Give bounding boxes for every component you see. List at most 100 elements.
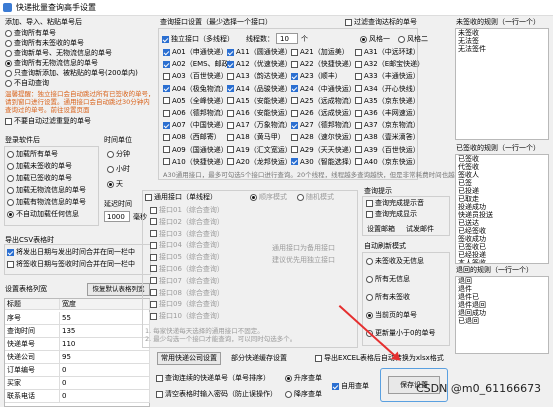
- carrier-checkbox[interactable]: A37（京东物流）: [355, 121, 420, 130]
- carrier-checkbox[interactable]: A36（丰网速运）: [355, 109, 420, 118]
- carrier-checkbox[interactable]: A28（速尔快运）: [291, 133, 356, 142]
- generic-item-checkbox[interactable]: 接口03（综合查询）: [150, 230, 224, 242]
- carrier-checkbox[interactable]: A11（圆通快递）: [227, 48, 292, 57]
- carrier-checkbox[interactable]: A24（中通快运）: [291, 85, 356, 94]
- carrier-checkbox[interactable]: A29（天天快递）: [291, 146, 356, 155]
- radio-option[interactable]: 小时: [107, 165, 130, 180]
- no-filter-checkbox[interactable]: 不要自动过滤重复的单号: [5, 117, 91, 126]
- carrier-checkbox[interactable]: A02（EMS、邮政）: [163, 60, 236, 69]
- radio-option[interactable]: 加载未签收的单号: [7, 162, 86, 174]
- radio-option[interactable]: 所有未签收: [366, 293, 435, 311]
- generic-item-checkbox[interactable]: 接口09（综合查询）: [150, 300, 224, 312]
- radio-option[interactable]: 查询所有未签收的单号: [5, 39, 138, 49]
- carrier-checkbox[interactable]: A16（安能快运）: [227, 109, 292, 118]
- generic-item-checkbox[interactable]: 接口05（综合查询）: [150, 253, 224, 265]
- checkbox-option[interactable]: 查询完成显示: [366, 210, 424, 221]
- radio-option[interactable]: 查询所有单号: [5, 29, 138, 39]
- desc-radio[interactable]: 降序查单: [285, 390, 322, 399]
- carrier-checkbox[interactable]: A07（中国快递）: [163, 121, 228, 130]
- radio-option[interactable]: 加载无物流信息的单号: [7, 186, 86, 198]
- continuous-checkbox[interactable]: 查询连续的快递单号（单号排序）: [156, 374, 270, 383]
- carrier-checkbox[interactable]: A05（全峰快递）: [163, 97, 228, 106]
- carrier-checkbox[interactable]: A40（京东快运）: [355, 158, 420, 167]
- generic-item-checkbox[interactable]: 接口02（综合查询）: [150, 218, 224, 230]
- carrier-checkbox[interactable]: A10（快捷快递）: [163, 158, 228, 167]
- set-email-link[interactable]: 设置邮箱: [367, 225, 395, 234]
- rule-line: 已经投递: [458, 251, 486, 259]
- mode1-radio[interactable]: 顺序模式: [250, 193, 287, 202]
- generic-item-checkbox[interactable]: 接口04（综合查询）: [150, 241, 224, 253]
- carrier-checkbox[interactable]: A17（万象物流）: [227, 121, 292, 130]
- carrier-checkbox[interactable]: A18（黄马甲）: [227, 133, 285, 142]
- signed-rules-textarea[interactable]: 已签收 代签收 签收人 已签 已投递 已取走 投递成功 快递员投送 已送达 已经签收 签收成功 已签收…: [455, 154, 549, 264]
- cache-settings-link[interactable]: 部分快递缓存设置: [231, 354, 287, 363]
- generic-item-checkbox[interactable]: 接口06（综合查询）: [150, 265, 224, 277]
- carrier-checkbox[interactable]: A38（壹米滴答）: [355, 133, 420, 142]
- mode2-radio[interactable]: 随机模式: [297, 193, 334, 202]
- radio-option[interactable]: 加载所有单号: [7, 150, 86, 162]
- carrier-checkbox[interactable]: A21（加运美）: [291, 48, 349, 57]
- carrier-checkbox[interactable]: A39（百世快运）: [355, 146, 420, 155]
- radio-option[interactable]: 加载有物流信息的单号: [7, 198, 86, 210]
- reset-width-button[interactable]: 恢复默认表格列宽: [87, 283, 150, 296]
- checkbox-option[interactable]: 将发出日期与发出时间合并在同一栏中: [7, 248, 135, 260]
- carrier-checkbox[interactable]: A31（中远环球）: [355, 48, 420, 57]
- carrier-checkbox[interactable]: A09（国通快递）: [163, 146, 228, 155]
- style1-radio[interactable]: 风格一: [360, 35, 390, 44]
- carrier-checkbox[interactable]: A13（韵达快递）: [227, 72, 292, 81]
- radio-option[interactable]: 当前页的单号: [366, 311, 435, 329]
- carrier-checkbox[interactable]: A19（汇文宽运）: [227, 146, 292, 155]
- carrier-checkbox[interactable]: A15（安能快递）: [227, 97, 292, 106]
- generic-item-checkbox[interactable]: 接口10（综合查询）: [150, 312, 224, 324]
- carrier-checkbox[interactable]: A14（品骏快递）: [227, 85, 292, 94]
- radio-option[interactable]: 未签收及无信息: [366, 257, 435, 275]
- carrier-checkbox[interactable]: A06（德邦物流）: [163, 109, 228, 118]
- radio-option[interactable]: 加载已签收的单号: [7, 174, 86, 186]
- carrier-checkbox[interactable]: A33（丰通快运）: [355, 72, 420, 81]
- generic-item-checkbox[interactable]: 接口07（综合查询）: [150, 277, 224, 289]
- carrier-checkbox[interactable]: A22（快捷快递）: [291, 60, 356, 69]
- generic-item-checkbox[interactable]: 接口01（综合查询）: [150, 206, 224, 218]
- carrier-checkbox[interactable]: A20（龙邦快运）: [227, 158, 292, 167]
- auto-query-checkbox[interactable]: 自用查单: [332, 382, 369, 391]
- carrier-checkbox[interactable]: A12（优速快递）: [227, 60, 292, 69]
- radio-option[interactable]: 查询所有无物流信息的单号: [5, 59, 138, 69]
- carrier-checkbox[interactable]: A30（智能选择）: [291, 158, 356, 167]
- carrier-checkbox[interactable]: A08（西邮寄）: [163, 133, 221, 142]
- skip-checkbox[interactable]: 过滤查询达标的单号: [345, 18, 417, 27]
- radio-option[interactable]: 不自动查询: [5, 79, 138, 89]
- generic-item-checkbox[interactable]: 接口08（综合查询）: [150, 289, 224, 301]
- unsigned-rules-textarea[interactable]: 未签收 无法签 无法签件: [455, 28, 549, 140]
- checkbox-option[interactable]: 将签收日期与签收时间合并在同一栏中: [7, 260, 135, 272]
- radio-icon: [366, 293, 373, 301]
- test-email-link[interactable]: 试发邮件: [406, 225, 434, 234]
- standalone-checkbox[interactable]: 独立接口（多线程）: [162, 35, 234, 44]
- carrier-checkbox[interactable]: A01（申通快递）: [163, 48, 228, 57]
- radio-option[interactable]: 不自动加载任何信息: [7, 210, 86, 222]
- password-checkbox[interactable]: 清空表格时输入密码（防止误操作）: [156, 390, 277, 399]
- radio-option[interactable]: 查询新单号、无物流信息的单号: [5, 49, 138, 59]
- style2-radio[interactable]: 风格二: [398, 35, 428, 44]
- radio-option[interactable]: 天: [107, 180, 130, 195]
- carrier-checkbox[interactable]: A03（百世快递）: [163, 72, 228, 81]
- asc-radio[interactable]: 升序查单: [285, 374, 322, 383]
- thread-input[interactable]: 10: [276, 33, 298, 44]
- return-rules-textarea[interactable]: 退回 退件 退件已 退件退回 退回成功 已退回: [455, 276, 549, 354]
- carrier-checkbox[interactable]: A32（E邮宝快递）: [355, 60, 424, 69]
- carrier-checkbox[interactable]: A23（顺丰）: [291, 72, 342, 81]
- radio-option[interactable]: 所有无信息: [366, 275, 435, 293]
- carrier-checkbox[interactable]: A35（京东快递）: [355, 97, 420, 106]
- carrier-checkbox[interactable]: A04（极兔物流）: [163, 85, 228, 94]
- radio-option[interactable]: 分钟: [107, 150, 130, 165]
- carrier-checkbox[interactable]: A26（远成快运）: [291, 109, 356, 118]
- radio-option[interactable]: 只查询新添加、被粘贴的单号(200单内): [5, 69, 138, 79]
- delay-input[interactable]: 1000: [104, 211, 130, 222]
- common-carrier-button[interactable]: 常用快递公司设置: [157, 352, 221, 365]
- generic-checkbox[interactable]: 通用接口（单线程）: [145, 193, 217, 202]
- checkbox-option[interactable]: 查询完成提示音: [366, 199, 424, 210]
- excel-xlsx-checkbox[interactable]: 导出EXCEL表格后自动转换为xlsx格式: [315, 354, 444, 363]
- carrier-checkbox[interactable]: A27（德邦物流）: [291, 121, 356, 130]
- carrier-checkbox[interactable]: A25（远成物流）: [291, 97, 356, 106]
- carrier-checkbox[interactable]: A34（开心快线）: [355, 85, 420, 94]
- checkbox-icon: [291, 133, 298, 141]
